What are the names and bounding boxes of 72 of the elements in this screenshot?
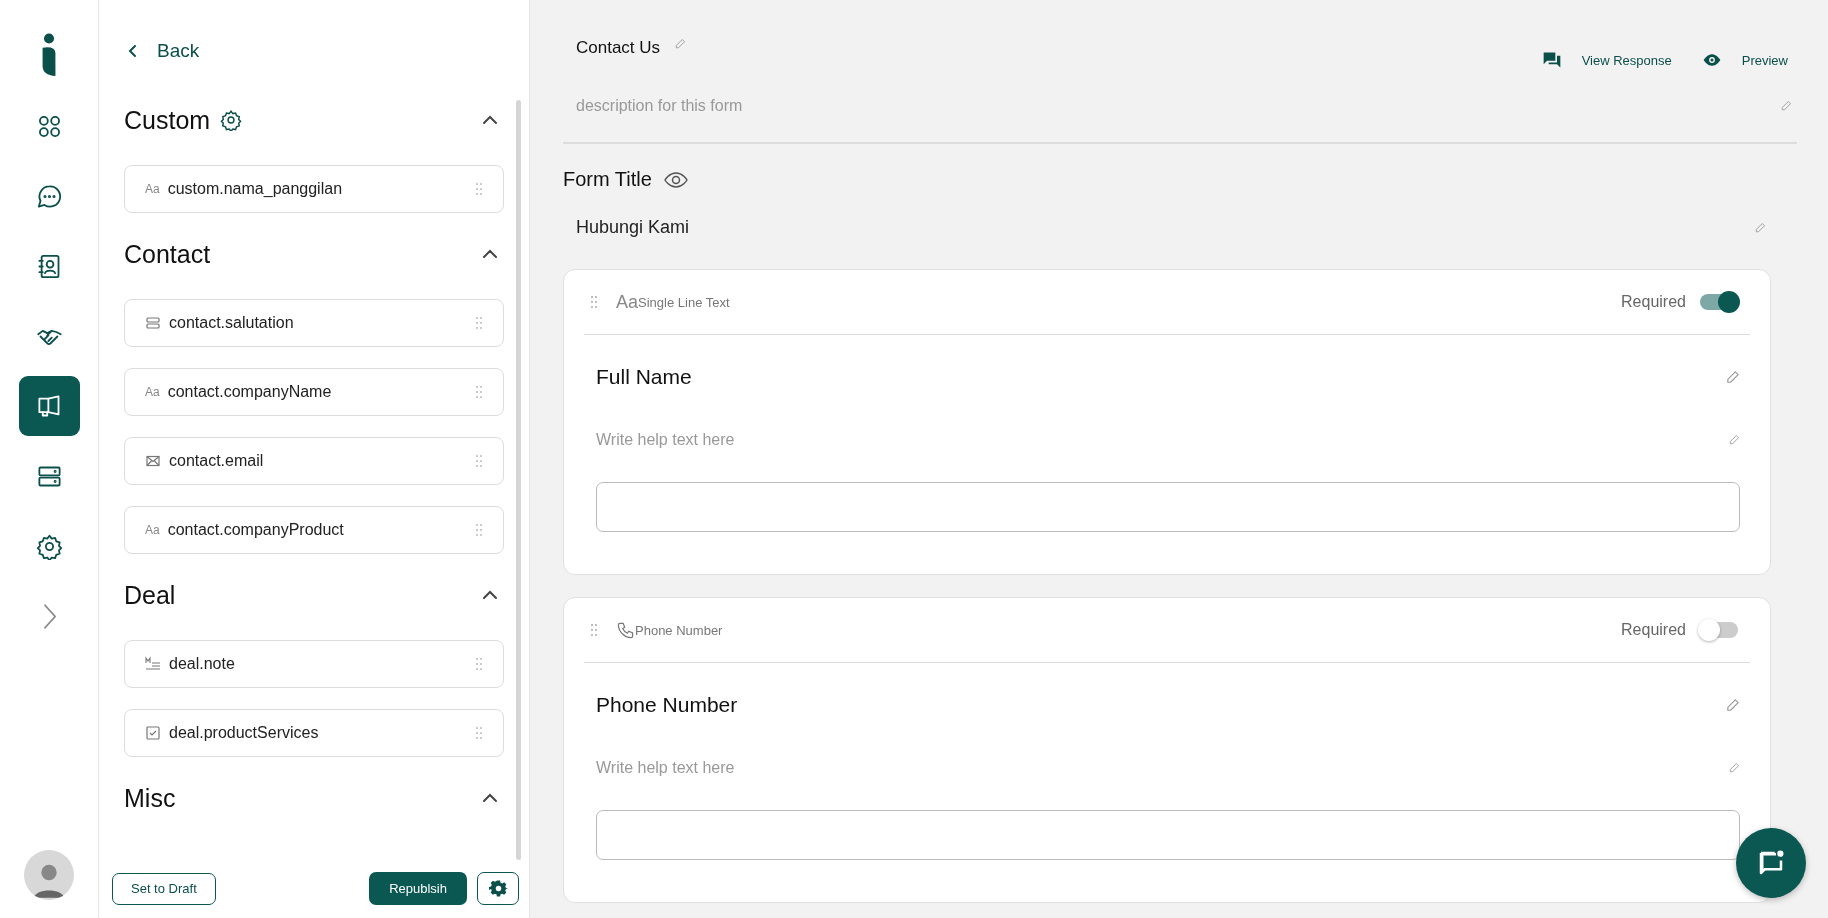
form-title-label: Form Title	[563, 168, 652, 191]
avatar[interactable]	[24, 850, 74, 900]
eye-icon[interactable]	[663, 171, 688, 188]
drag-handle-icon[interactable]	[475, 523, 483, 537]
collapse-toggle-icon[interactable]	[482, 590, 498, 600]
required-label: Required	[1621, 293, 1686, 311]
nav-button[interactable]	[18, 376, 80, 436]
field-item[interactable]: Aa custom.nama_panggilan	[124, 165, 504, 213]
required-label: Required	[1621, 621, 1686, 639]
question-label: Full Name	[596, 365, 692, 389]
scrollbar[interactable]	[516, 100, 521, 860]
settings-button[interactable]	[477, 872, 519, 905]
pencil-icon[interactable]	[1728, 762, 1740, 774]
drag-handle-icon[interactable]	[475, 454, 483, 468]
section-title: Custom	[124, 105, 211, 135]
required-toggle[interactable]	[1700, 294, 1738, 310]
answer-field[interactable]	[596, 482, 1740, 532]
collapse-toggle-icon[interactable]	[482, 793, 498, 803]
drag-handle-icon[interactable]	[475, 726, 483, 740]
gear-icon	[488, 879, 508, 898]
chevron-left-icon	[127, 43, 139, 59]
text-type-icon: Aa	[145, 522, 160, 538]
pencil-icon[interactable]	[1725, 369, 1740, 385]
text-type-icon: Aa	[145, 181, 160, 197]
field-item[interactable]: Aa contact.companyName	[124, 368, 504, 416]
checkbox-icon	[145, 725, 161, 741]
help-text-field[interactable]: Write help text here	[596, 759, 1714, 777]
markdown-icon	[145, 656, 161, 672]
drag-handle-icon[interactable]	[475, 385, 483, 399]
field-item[interactable]: contact.email	[124, 437, 504, 485]
phone-icon	[616, 620, 635, 640]
drag-handle-icon[interactable]	[590, 623, 598, 637]
answer-field[interactable]	[596, 810, 1740, 860]
view-response-link[interactable]: View Response	[1541, 50, 1672, 70]
required-toggle[interactable]	[1700, 622, 1738, 638]
back-button[interactable]: Back	[99, 0, 200, 62]
field-item[interactable]: deal.note	[124, 640, 504, 688]
preview-link[interactable]: Preview	[1701, 50, 1788, 70]
collapse-toggle-icon[interactable]	[482, 115, 498, 125]
envelope-icon	[145, 453, 161, 469]
drag-handle-icon[interactable]	[590, 295, 598, 309]
chat-bubbles-icon	[1541, 50, 1562, 70]
field-item[interactable]: deal.productServices	[124, 709, 504, 757]
settings-icon[interactable]	[220, 109, 243, 131]
settings-icon	[35, 532, 63, 560]
chat-icon	[35, 182, 63, 210]
description-field[interactable]: description for this form	[576, 97, 1766, 115]
text-type-icon: Aa	[145, 384, 160, 400]
pencil-icon[interactable]	[1725, 697, 1740, 713]
pencil-icon[interactable]	[674, 38, 687, 50]
field-type-label: Phone Number	[635, 622, 723, 638]
field-item[interactable]: Aa contact.companyProduct	[124, 506, 504, 554]
republish-button[interactable]: Republsih	[369, 872, 467, 905]
drag-handle-icon[interactable]	[475, 182, 483, 196]
form-name: Contact Us	[576, 38, 661, 58]
section-title: Contact	[124, 239, 211, 269]
section-title: Deal	[124, 580, 176, 610]
pencil-icon[interactable]	[1754, 221, 1766, 234]
help-text-field[interactable]: Write help text here	[596, 431, 1714, 449]
text-type-icon: Aa	[616, 291, 639, 313]
pencil-icon[interactable]	[1728, 434, 1740, 446]
pencil-icon[interactable]	[1780, 100, 1792, 112]
form-title: Hubungi Kami	[576, 217, 691, 238]
collapse-toggle-icon[interactable]	[482, 249, 498, 259]
drag-handle-icon[interactable]	[475, 657, 483, 671]
drag-handle-icon[interactable]	[475, 316, 483, 330]
list-icon	[145, 315, 161, 331]
section-title: Misc	[124, 783, 176, 813]
field-type-label: Single Line Text	[638, 294, 730, 310]
set-to-draft-button[interactable]: Set to Draft	[112, 872, 216, 905]
question-label: Phone Number	[596, 693, 738, 717]
field-item[interactable]: contact.salutation	[124, 299, 504, 347]
